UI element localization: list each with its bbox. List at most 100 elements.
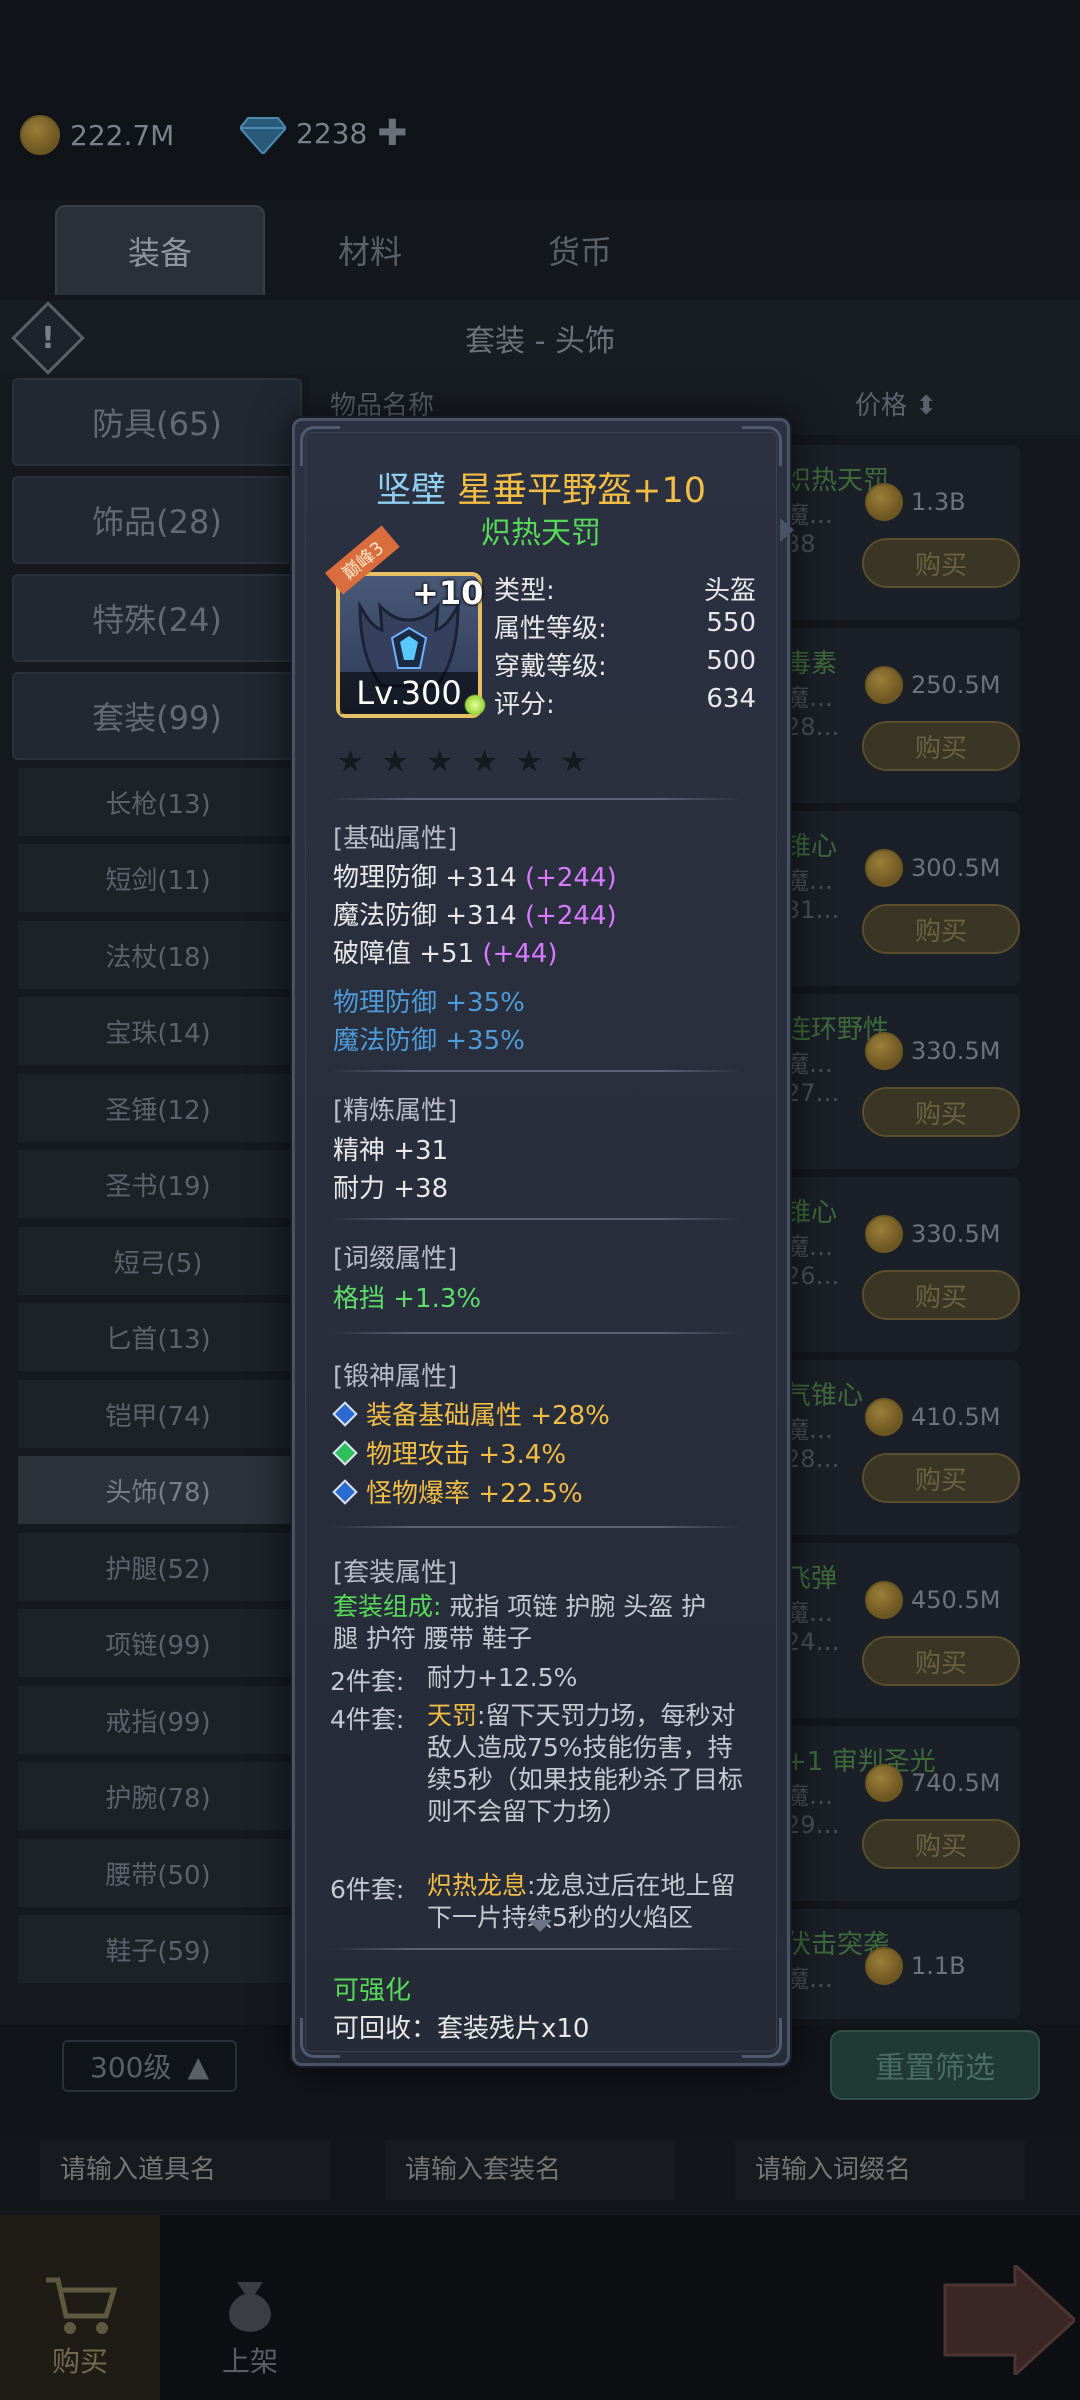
- stat-label: 类型:: [494, 576, 555, 606]
- star-empty-icon: ★: [514, 742, 544, 780]
- diamond-gem-icon: [240, 116, 286, 154]
- forge-attr-text: 怪物爆率 +22.5%: [366, 1479, 583, 1509]
- sub-category-item[interactable]: 圣锤(12): [18, 1074, 298, 1142]
- sub-category-item[interactable]: 宝珠(14): [18, 997, 298, 1065]
- gem-display: 2238 ✚: [240, 113, 407, 154]
- buy-button[interactable]: 购买: [862, 904, 1020, 954]
- list-item-sub: 魔…: [785, 1050, 833, 1078]
- star-empty-icon: ★: [425, 742, 455, 780]
- tab-materials[interactable]: 材料: [265, 205, 475, 295]
- sort-icon: ⬍: [915, 391, 938, 421]
- price-value: 250.5M: [911, 671, 1001, 699]
- category-accessory[interactable]: 饰品(28): [12, 476, 302, 564]
- buy-button[interactable]: 购买: [862, 1636, 1020, 1686]
- buy-button[interactable]: 购买: [862, 1819, 1020, 1869]
- buy-button[interactable]: 购买: [862, 1453, 1020, 1503]
- column-price[interactable]: 价格 ⬍: [855, 385, 937, 422]
- list-item-price: 300.5M: [865, 846, 1000, 890]
- reset-filter-button[interactable]: 重置筛选: [830, 2030, 1040, 2100]
- set-6-desc: 炽热龙息:龙息过后在地上留下一片持续5秒的火焰区: [427, 1870, 747, 1934]
- sub-category-item[interactable]: 护腿(52): [18, 1533, 298, 1601]
- nav-buy-label: 购买: [51, 2345, 108, 2378]
- set-composition: 套装组成: 戒指 项链 护腕 头盔 护: [333, 1591, 706, 1623]
- list-item-sub: 28…: [785, 713, 840, 741]
- star-empty-icon: ★: [380, 742, 410, 780]
- list-item-price: 1.3B: [865, 480, 966, 524]
- gold-amount: 222.7M: [70, 118, 175, 152]
- list-item-sub: 魔…: [785, 684, 833, 712]
- sub-category-item[interactable]: 腰带(50): [18, 1839, 298, 1907]
- list-item-sub: 24…: [785, 1628, 840, 1656]
- nav-buy[interactable]: 购买: [0, 2215, 160, 2400]
- price-value: 450.5M: [911, 1586, 1001, 1614]
- gold-coin-icon: [865, 666, 903, 704]
- sub-category-item[interactable]: 长枪(13): [18, 768, 298, 836]
- category-armor[interactable]: 防具(65): [12, 378, 302, 466]
- bottom-nav: [0, 2215, 1080, 2400]
- frame-corner: [300, 426, 340, 466]
- star-rating: ★ ★ ★ ★ ★ ★: [336, 742, 588, 780]
- gold-coin-icon: [865, 1215, 903, 1253]
- list-item-sub: 魔…: [785, 1599, 833, 1627]
- money-bag-icon: [229, 2282, 271, 2332]
- buy-button[interactable]: 购买: [862, 538, 1020, 588]
- list-item-sub: 29…: [785, 1811, 840, 1839]
- base-attr-phys-def: 物理防御 +314 (+244): [333, 857, 617, 894]
- sub-category-item[interactable]: 项链(99): [18, 1609, 298, 1677]
- attr-text: 魔法防御 +314: [333, 901, 525, 931]
- level-select[interactable]: 300级 ▲: [62, 2040, 237, 2092]
- level-value: 300级: [90, 2051, 172, 2084]
- set-composition-text: 戒指 项链 护腕 头盔 护: [441, 1592, 707, 1621]
- tab-currency[interactable]: 货币: [475, 205, 685, 295]
- stat-value: 550: [706, 608, 756, 638]
- set-4-skill-name: 天罚: [427, 1701, 478, 1730]
- price-value: 1.3B: [911, 488, 966, 516]
- forge-attr: 装备基础属性 +28%: [332, 1395, 610, 1432]
- stat-attr-level: 属性等级: 550: [494, 608, 756, 645]
- buy-button[interactable]: 购买: [862, 721, 1020, 771]
- tab-equipment[interactable]: 装备: [55, 205, 265, 295]
- next-arrow-icon[interactable]: [935, 2265, 1075, 2375]
- refine-attr-spirit: 精神 +31: [333, 1136, 449, 1166]
- stat-value: 500: [706, 646, 756, 676]
- sub-category-item[interactable]: 短剑(11): [18, 844, 298, 912]
- list-item-price: 450.5M: [865, 1578, 1000, 1622]
- nav-list-label: 上架: [221, 2345, 278, 2378]
- list-item-price: 330.5M: [865, 1029, 1000, 1073]
- gold-coin-icon: [20, 115, 60, 155]
- search-item-input[interactable]: [40, 2140, 330, 2200]
- scroll-down-icon[interactable]: [528, 1920, 552, 1932]
- category-special[interactable]: 特殊(24): [12, 574, 302, 662]
- item-quality-prefix: 坚壁: [375, 471, 446, 511]
- refine-attr-stamina: 耐力 +38: [333, 1174, 449, 1204]
- set-4-tag: 4件套:: [330, 1705, 405, 1734]
- base-attr-break: 破障值 +51 (+44): [333, 933, 558, 970]
- refine-attr-title: [精炼属性]: [333, 1096, 458, 1126]
- gold-coin-icon: [865, 849, 903, 887]
- category-set[interactable]: 套装(99): [12, 672, 302, 760]
- stat-label: 评分:: [494, 690, 555, 720]
- list-item-name: 锥心: [785, 1198, 838, 1228]
- price-value: 330.5M: [911, 1220, 1001, 1248]
- sub-category-item[interactable]: 铠甲(74): [18, 1380, 298, 1448]
- sub-category-item[interactable]: 匕首(13): [18, 1303, 298, 1371]
- green-diamond-icon: [332, 1439, 358, 1466]
- divider: [330, 1332, 742, 1334]
- sub-category-item[interactable]: 圣书(19): [18, 1150, 298, 1218]
- sub-category-item[interactable]: 短弓(5): [18, 1227, 298, 1295]
- sub-category-item-headwear[interactable]: 头饰(78): [18, 1456, 298, 1524]
- frame-corner: [742, 426, 782, 466]
- search-set-input[interactable]: [385, 2140, 675, 2200]
- gold-coin-icon: [865, 1947, 903, 1985]
- list-item-price: 740.5M: [865, 1761, 1000, 1805]
- stat-value: 头盔: [703, 576, 756, 606]
- sub-category-item[interactable]: 护腕(78): [18, 1762, 298, 1830]
- buy-button[interactable]: 购买: [862, 1087, 1020, 1137]
- nav-list[interactable]: 上架: [170, 2215, 330, 2400]
- sub-category-item[interactable]: 鞋子(59): [18, 1915, 298, 1983]
- buy-button[interactable]: 购买: [862, 1270, 1020, 1320]
- sub-category-item[interactable]: 戒指(99): [18, 1686, 298, 1754]
- add-gems-icon[interactable]: ✚: [377, 113, 407, 154]
- sub-category-item[interactable]: 法杖(18): [18, 921, 298, 989]
- search-affix-input[interactable]: [735, 2140, 1025, 2200]
